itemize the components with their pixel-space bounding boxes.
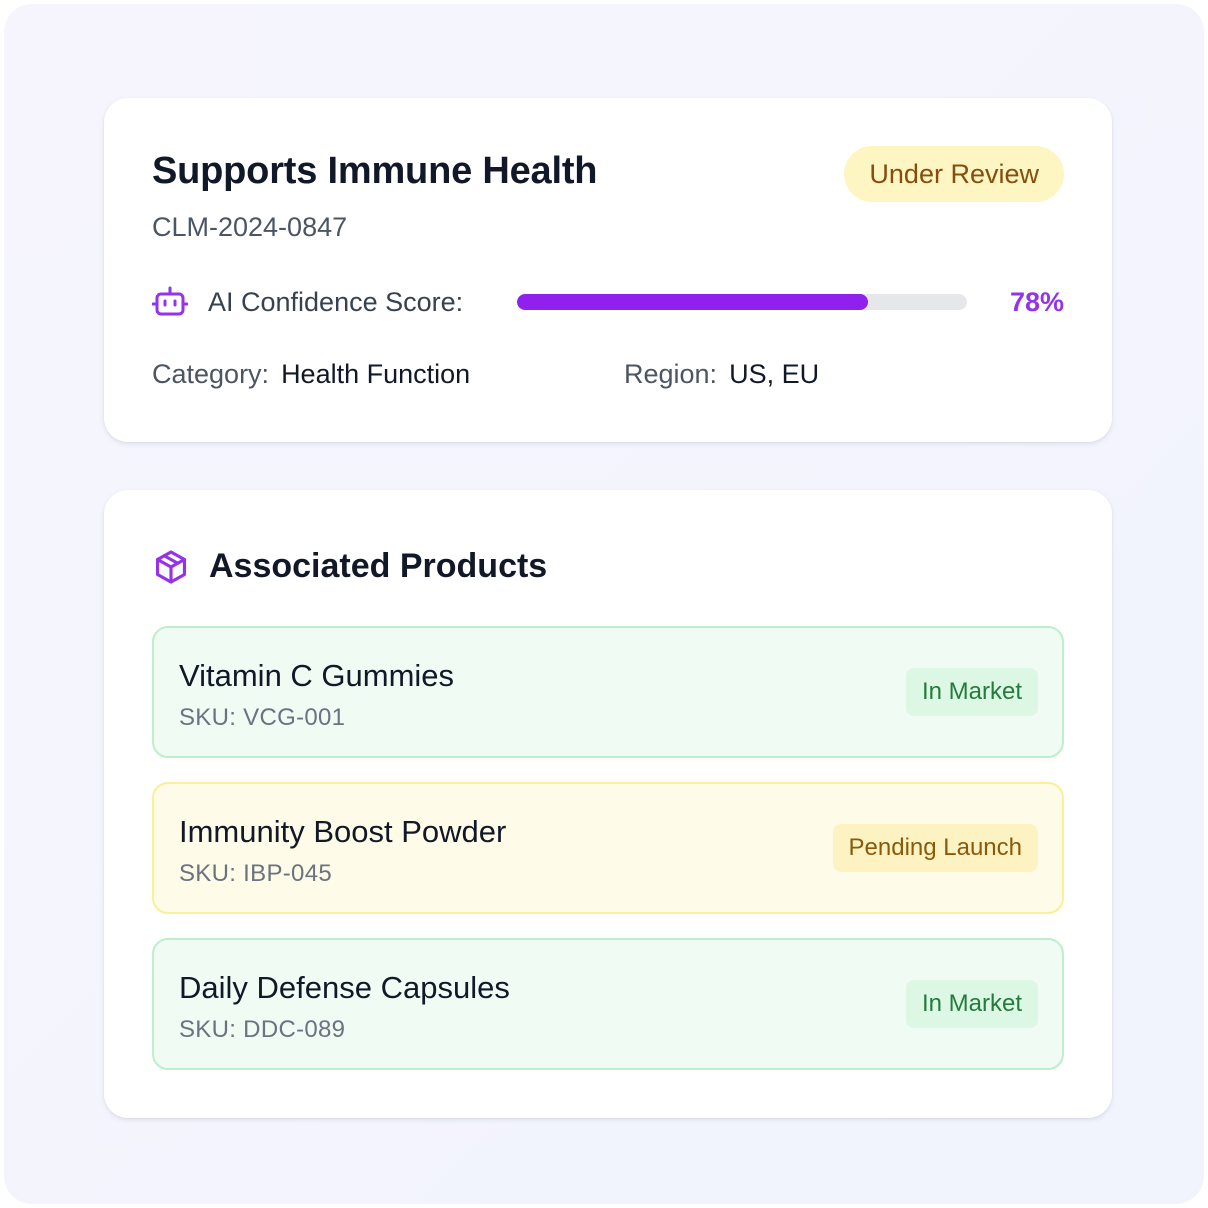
- region-value: US, EU: [729, 359, 820, 389]
- category-field: Category: Health Function: [152, 356, 470, 392]
- product-item[interactable]: Vitamin C Gummies SKU: VCG-001 In Market: [152, 626, 1064, 758]
- confidence-label: AI Confidence Score:: [208, 287, 464, 317]
- app-frame: Supports Immune Health Under Review CLM-…: [4, 4, 1204, 1204]
- product-item[interactable]: Immunity Boost Powder SKU: IBP-045 Pendi…: [152, 782, 1064, 914]
- confidence-value: 78%: [1009, 287, 1064, 317]
- product-status-badge: In Market: [905, 668, 1038, 716]
- robot-icon: [152, 286, 188, 316]
- product-name: Vitamin C Gummies: [179, 658, 455, 693]
- product-sku: SKU: IBP-045: [179, 860, 333, 887]
- product-name: Immunity Boost Powder: [179, 814, 507, 849]
- product-name: Daily Defense Capsules: [179, 970, 510, 1005]
- product-sku: SKU: VCG-001: [179, 704, 346, 731]
- claim-card: Supports Immune Health Under Review CLM-…: [104, 98, 1112, 442]
- product-sku: SKU: DDC-089: [179, 1016, 346, 1043]
- claim-id: CLM-2024-0847: [152, 212, 348, 242]
- confidence-row: AI Confidence Score: 78%: [152, 284, 1064, 320]
- status-badge[interactable]: Under Review: [844, 146, 1064, 202]
- confidence-bar: [517, 294, 967, 310]
- confidence-bar-fill: [517, 294, 868, 310]
- category-label: Category:: [152, 359, 270, 389]
- region-label: Region:: [624, 359, 718, 389]
- region-field: Region: US, EU: [624, 356, 819, 392]
- package-icon: [155, 550, 187, 584]
- product-item[interactable]: Daily Defense Capsules SKU: DDC-089 In M…: [152, 938, 1064, 1070]
- claim-title: Supports Immune Health: [152, 150, 598, 192]
- products-card: Associated Products Vitamin C Gummies SK…: [104, 490, 1112, 1118]
- category-value: Health Function: [281, 359, 471, 389]
- products-title: Associated Products: [209, 547, 548, 585]
- product-status-badge: In Market: [905, 980, 1038, 1028]
- product-status-badge: Pending Launch: [832, 824, 1038, 872]
